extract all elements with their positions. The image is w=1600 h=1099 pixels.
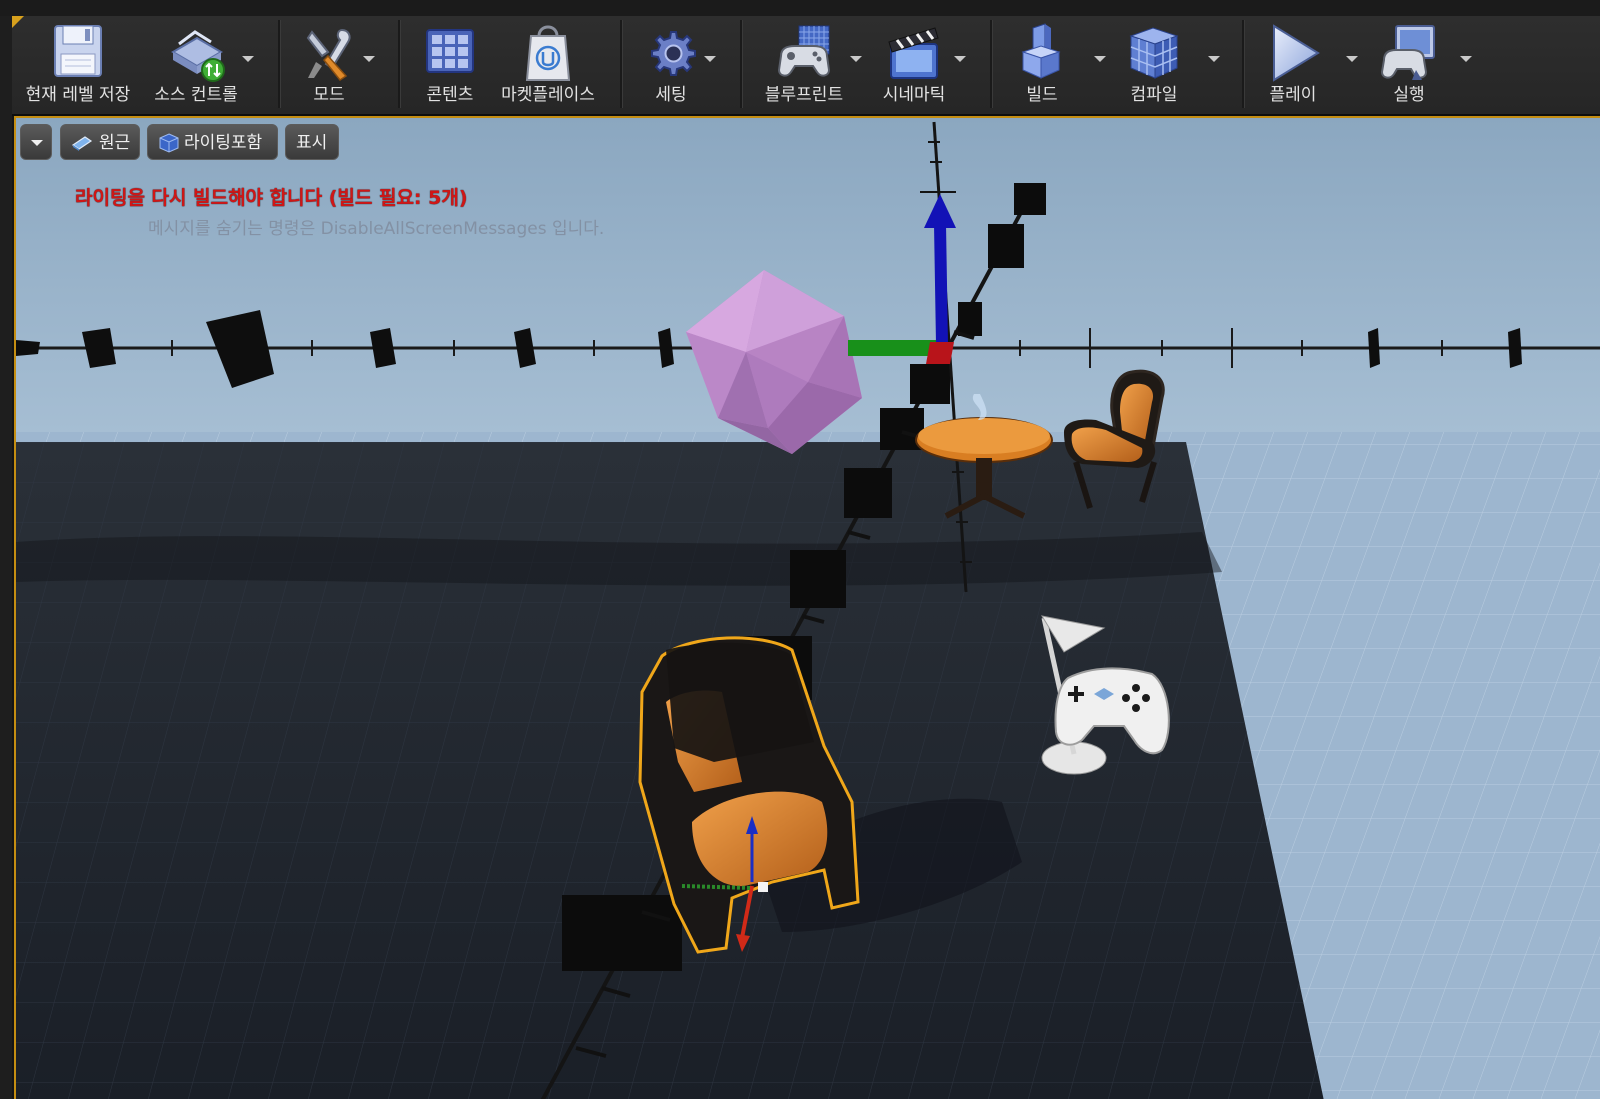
toolbar-separator <box>990 20 993 108</box>
level-viewport[interactable] <box>14 116 1600 1099</box>
settings-dropdown[interactable] <box>704 56 716 62</box>
settings-button[interactable]: 세팅 <box>634 16 708 114</box>
lighting-rebuild-warning: 라이팅을 다시 빌드해야 합니다 (빌드 필요: 5개) <box>75 187 468 209</box>
cinematics-label: 시네마틱 <box>882 85 946 105</box>
play-icon <box>1273 24 1320 82</box>
screen-message-hint: 메시지를 숨기는 명령은 DisableAllScreenMessages 입니… <box>148 219 605 239</box>
toolbar-separator <box>278 20 281 108</box>
build-label: 빌드 <box>1026 85 1058 105</box>
source-control-button[interactable]: 소스 컨트롤 <box>146 16 246 114</box>
toolbar-separator <box>1242 20 1245 108</box>
modes-icon <box>306 28 351 82</box>
compile-dropdown[interactable] <box>1208 56 1220 62</box>
compile-button[interactable]: 컴파일 <box>1116 16 1192 114</box>
perspective-button[interactable]: 원근 <box>60 124 140 160</box>
toolbar-separator <box>740 20 743 108</box>
save-current-level-label: 현재 레벨 저장 <box>25 85 131 105</box>
play-button[interactable]: 플레이 <box>1260 16 1326 114</box>
source-control-icon <box>171 30 225 82</box>
content-button[interactable]: 콘텐츠 <box>412 16 488 114</box>
view-mode-label: 라이팅포함 <box>184 133 263 153</box>
modes-button[interactable]: 모드 <box>288 16 370 114</box>
build-icon <box>1021 23 1061 79</box>
save-icon <box>54 25 102 77</box>
play-label: 플레이 <box>1269 85 1317 105</box>
marketplace-button[interactable]: 마켓플레이스 <box>496 16 600 114</box>
settings-icon <box>651 31 696 76</box>
source-control-label: 소스 컨트롤 <box>154 85 238 105</box>
view-mode-button[interactable]: 라이팅포함 <box>147 124 278 160</box>
show-flags-button[interactable]: 표시 <box>285 124 339 160</box>
launch-label: 실행 <box>1393 85 1425 105</box>
play-dropdown[interactable] <box>1346 56 1358 62</box>
source-control-dropdown[interactable] <box>242 56 254 62</box>
settings-label: 세팅 <box>655 85 687 105</box>
perspective-icon <box>71 136 93 151</box>
title-strip <box>0 0 1600 17</box>
cinematics-icon <box>888 27 939 79</box>
gizmo-z-axis[interactable] <box>934 223 948 345</box>
left-panel-edge <box>0 16 12 1099</box>
perspective-label: 원근 <box>99 133 131 153</box>
blueprints-dropdown[interactable] <box>850 56 862 62</box>
marketplace-label: 마켓플레이스 <box>501 85 595 105</box>
marketplace-icon <box>525 25 571 81</box>
blueprint-icon <box>777 25 831 77</box>
viewport-options-button[interactable] <box>20 124 52 160</box>
launch-dropdown[interactable] <box>1460 56 1472 62</box>
save-current-level-button[interactable]: 현재 레벨 저장 <box>14 16 142 114</box>
modes-label: 모드 <box>313 85 345 105</box>
lit-mode-icon <box>159 133 179 153</box>
launch-icon <box>1380 25 1435 80</box>
modes-dropdown[interactable] <box>363 56 375 62</box>
build-button[interactable]: 빌드 <box>1008 16 1076 114</box>
content-icon <box>426 29 474 73</box>
content-label: 콘텐츠 <box>426 85 474 105</box>
launch-button[interactable]: 실행 <box>1374 16 1444 114</box>
chevron-down-icon <box>31 140 43 146</box>
show-flags-label: 표시 <box>296 133 328 153</box>
main-toolbar: 현재 레벨 저장 소스 컨트롤 모드 콘텐츠 마켓플레이스 세팅 블루프린트 시… <box>12 16 1600 116</box>
blueprints-button[interactable]: 블루프린트 <box>754 16 854 114</box>
blueprints-label: 블루프린트 <box>764 85 844 105</box>
toolbar-separator <box>398 20 401 108</box>
toolbar-separator <box>620 20 623 108</box>
viewport-scene[interactable] <box>16 118 1600 1099</box>
gizmo-x-axis[interactable] <box>926 342 954 364</box>
cinematics-button[interactable]: 시네마틱 <box>876 16 952 114</box>
compile-icon <box>1129 27 1179 79</box>
compile-label: 컴파일 <box>1130 85 1178 105</box>
build-dropdown[interactable] <box>1094 56 1106 62</box>
cinematics-dropdown[interactable] <box>954 56 966 62</box>
